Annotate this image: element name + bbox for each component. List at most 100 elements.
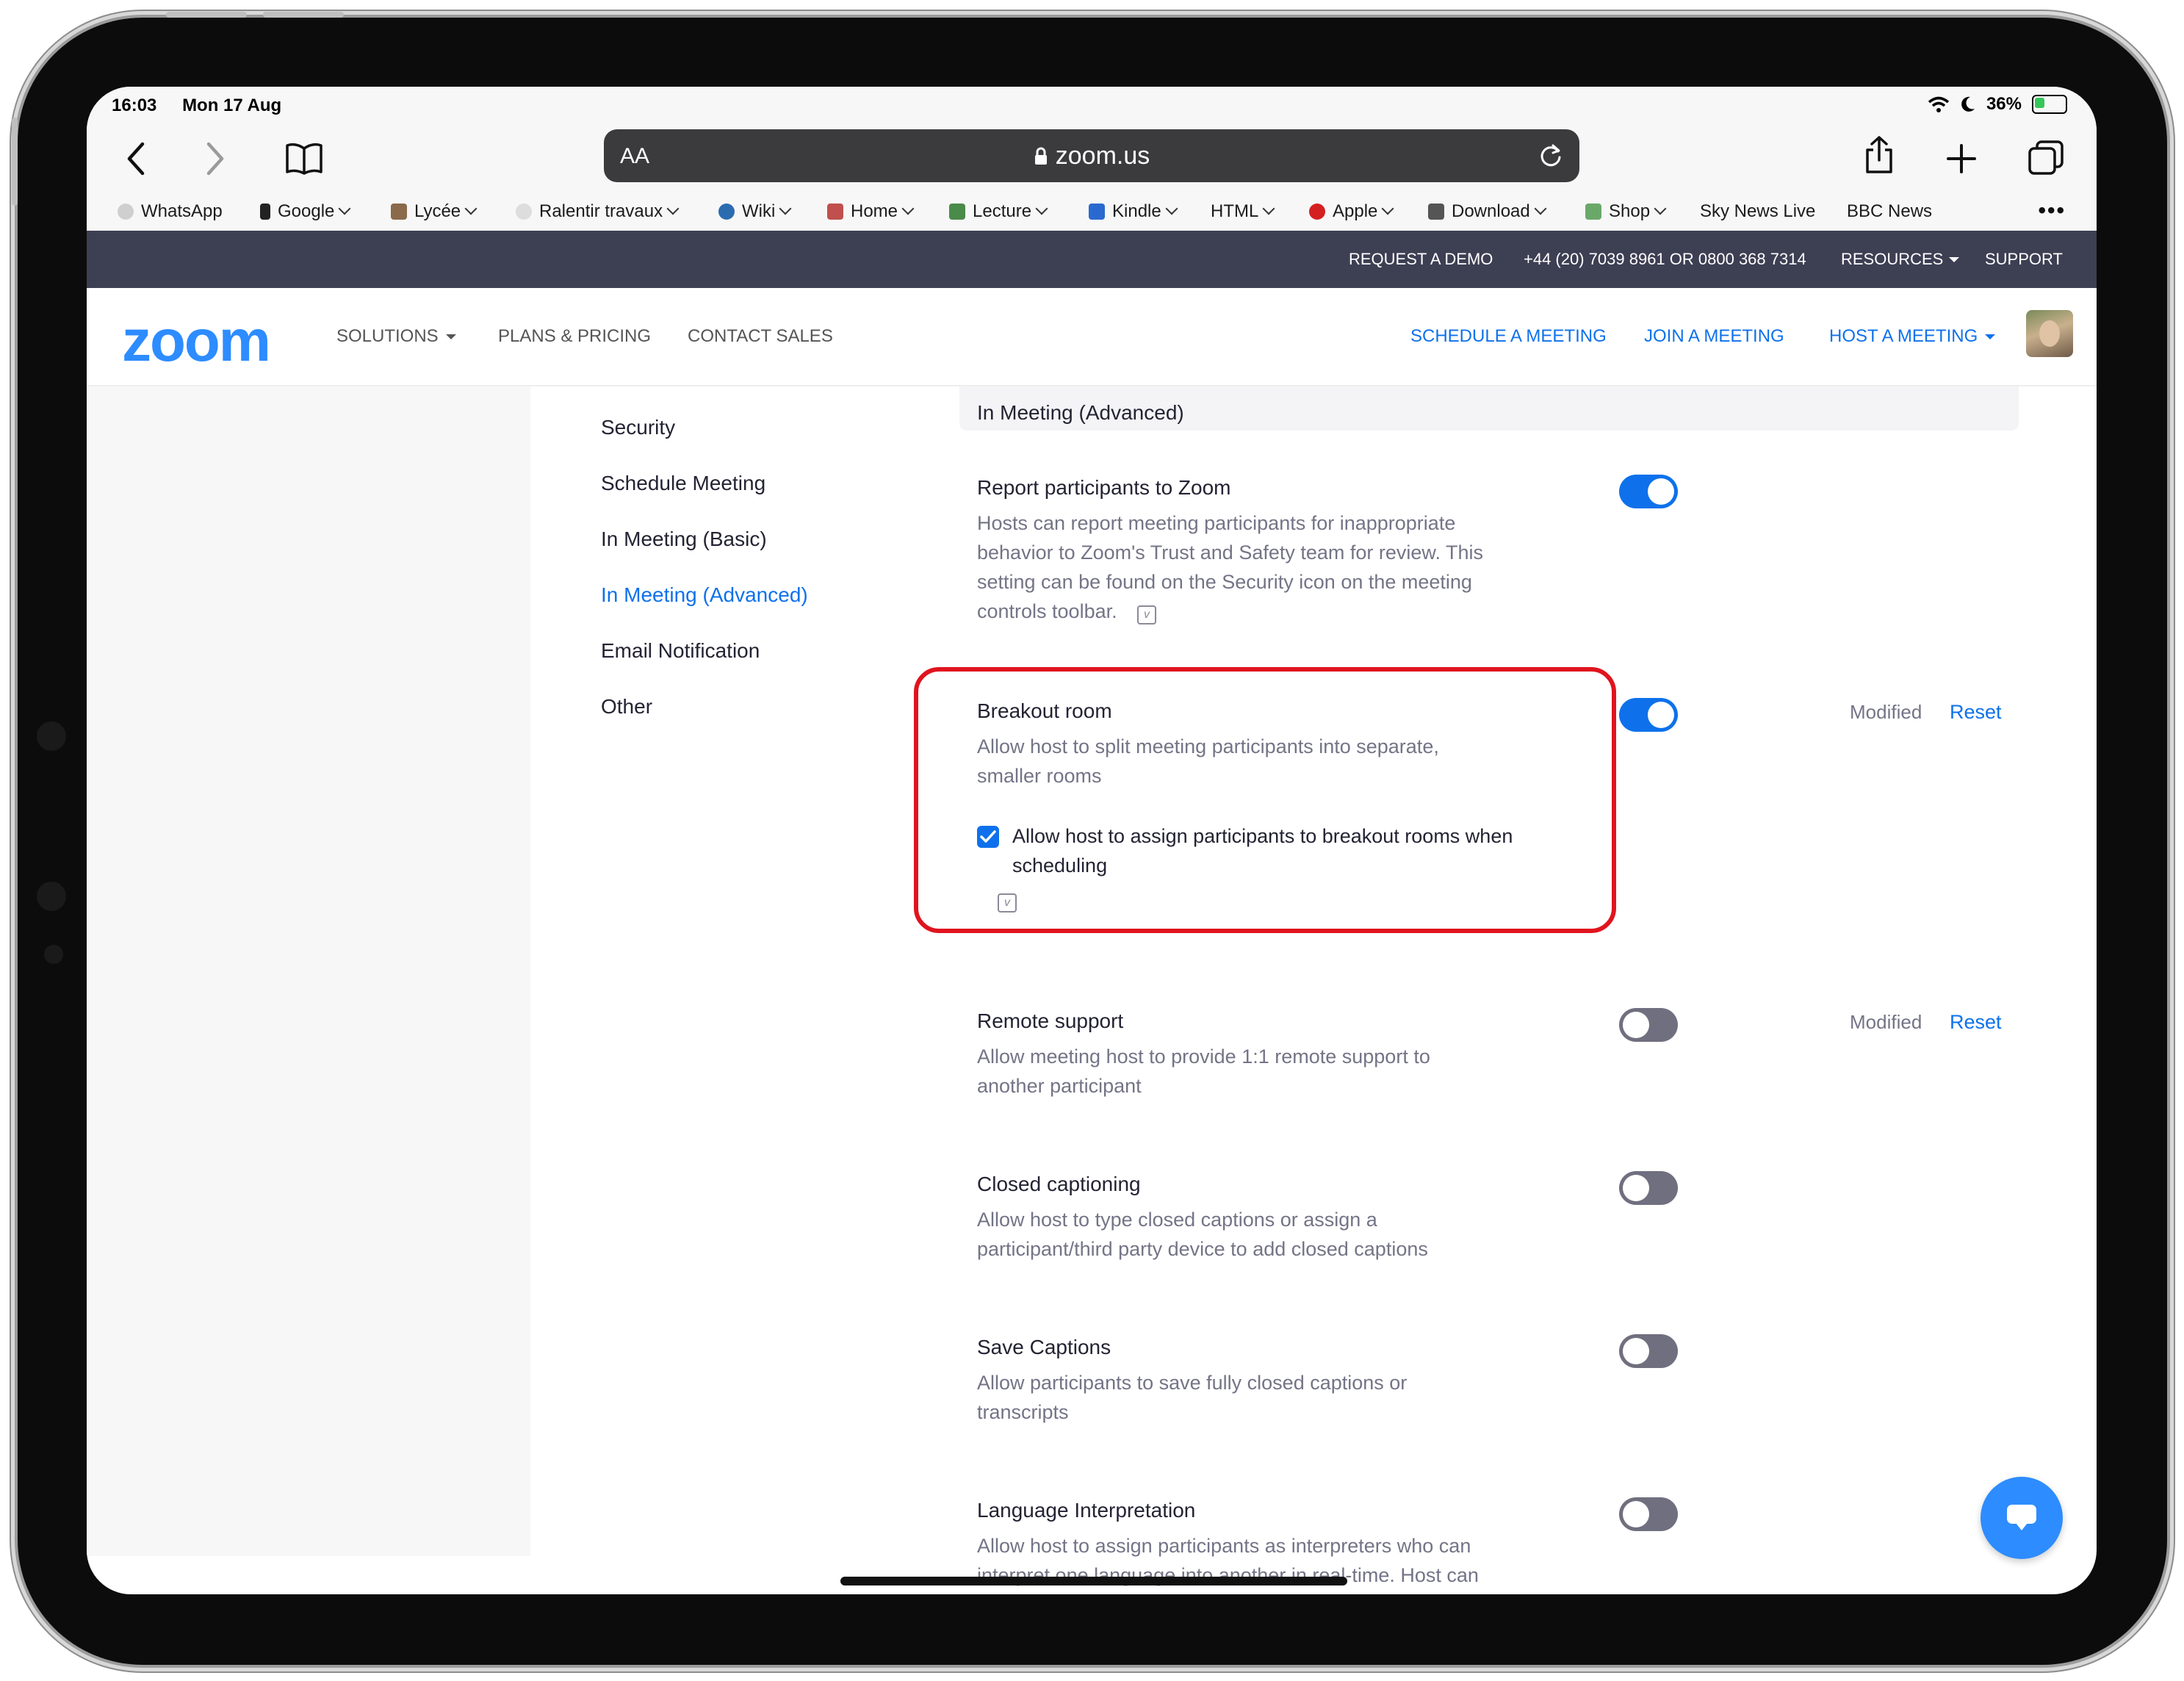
bookmark-sky-news-live[interactable]: Sky News Live [1700, 201, 1815, 222]
section-header: In Meeting (Advanced) [959, 386, 2019, 431]
lock-icon [1034, 147, 1047, 165]
chevron-down-icon [338, 202, 351, 215]
bookmark-label: Shop [1609, 201, 1651, 221]
toggle-save-captions[interactable] [1619, 1334, 1678, 1368]
bookmark-lycee[interactable]: Lycée [391, 201, 477, 222]
join-meeting-link[interactable]: JOIN A MEETING [1644, 326, 1784, 347]
bookmark-html[interactable]: HTML [1211, 201, 1275, 222]
books-icon [949, 204, 965, 220]
shop-icon [1585, 204, 1601, 220]
setting-title-remote: Remote support [977, 1009, 1124, 1032]
resources-label: RESOURCES [1841, 250, 1944, 268]
sidebar-item-email-notification[interactable]: Email Notification [601, 639, 760, 663]
bookmark-kindle[interactable]: Kindle [1089, 201, 1178, 222]
bookmark-whatsapp[interactable]: WhatsApp [118, 201, 223, 222]
toggle-closed-captioning[interactable] [1619, 1171, 1678, 1205]
toggle-report-participants[interactable] [1619, 475, 1678, 508]
caret-down-icon [445, 334, 456, 339]
modified-label-breakout: Modified [1850, 701, 1922, 723]
bookmark-label: Apple [1333, 201, 1378, 221]
home-indicator[interactable] [840, 1577, 1347, 1585]
book-icon [1089, 204, 1105, 220]
bookmark-download[interactable]: Download [1428, 201, 1547, 222]
bookmark-ralentir-travaux[interactable]: Ralentir travaux [516, 201, 680, 222]
solutions-menu[interactable]: SOLUTIONS [336, 326, 456, 347]
setting-title-report: Report participants to Zoom [977, 476, 1231, 499]
setting-desc-breakout: Allow host to split meeting participants… [977, 735, 1439, 787]
setting-desc-remote: Allow meeting host to provide 1:1 remote… [977, 1045, 1430, 1097]
host-meeting-menu[interactable]: HOST A MEETING [1829, 326, 1996, 347]
bookmark-home[interactable]: Home [827, 201, 915, 222]
battery-icon [2032, 95, 2067, 114]
address-bar[interactable]: AA zoom.us [604, 129, 1579, 182]
resources-menu[interactable]: RESOURCES [1841, 250, 1960, 269]
user-avatar[interactable] [2026, 310, 2073, 357]
bookmark-apple[interactable]: Apple [1309, 201, 1394, 222]
bookmark-label: Sky News Live [1700, 201, 1816, 221]
section-title: In Meeting (Advanced) [977, 401, 1184, 424]
sidebar-item-in-meeting-advanced[interactable]: In Meeting (Advanced) [601, 583, 808, 607]
zoom-main-nav: zoom SOLUTIONS PLANS & PRICING CONTACT S… [87, 288, 2097, 386]
setting-title-breakout: Breakout room [977, 699, 1112, 722]
device-sensor-2 [44, 945, 63, 964]
url-text[interactable]: zoom.us [604, 142, 1579, 170]
bookmark-label: Google [278, 201, 335, 221]
sidebar-item-security[interactable]: Security [601, 416, 675, 439]
bookmark-google[interactable]: Google [260, 201, 351, 222]
sidebar-item-in-meeting-basic[interactable]: In Meeting (Basic) [601, 528, 767, 551]
contact-sales-link[interactable]: CONTACT SALES [688, 326, 833, 347]
chat-bubble-icon [2007, 1505, 2036, 1530]
device-sensor [37, 721, 66, 751]
reset-link-breakout[interactable]: Reset [1950, 701, 2002, 724]
checkbox-label-assign-breakout: Allow host to assign participants to bre… [1012, 825, 1513, 877]
toggle-remote-support[interactable] [1619, 1008, 1678, 1042]
bookmarks-book-icon[interactable] [285, 143, 323, 175]
setting-title-save-captions: Save Captions [977, 1336, 1111, 1358]
more-bookmarks-icon[interactable]: ••• [2038, 198, 2066, 223]
wifi-icon [1928, 96, 1950, 112]
bookmark-shop[interactable]: Shop [1585, 201, 1667, 222]
setting-desc-report: Hosts can report meeting participants fo… [977, 512, 1483, 622]
bookmark-label: Download [1452, 201, 1530, 221]
bookmark-label: Lycée [414, 201, 461, 221]
house-icon [827, 204, 843, 220]
toggle-language-interpretation[interactable] [1619, 1497, 1678, 1531]
verified-info-icon[interactable]: v [998, 893, 1017, 913]
plans-pricing-link[interactable]: PLANS & PRICING [498, 326, 651, 347]
schedule-meeting-link[interactable]: SCHEDULE A MEETING [1410, 326, 1607, 347]
chevron-down-icon [1262, 202, 1275, 215]
zoom-logo[interactable]: zoom [122, 307, 271, 375]
checkbox-assign-breakout[interactable] [977, 826, 999, 848]
back-icon[interactable] [125, 141, 147, 176]
chevron-down-icon [901, 202, 915, 215]
share-icon[interactable] [1864, 135, 1894, 175]
toggle-knob [1623, 1338, 1649, 1364]
verified-info-icon[interactable]: v [1137, 605, 1156, 624]
bookmark-label: Lecture [973, 201, 1032, 221]
new-tab-plus-icon[interactable] [1947, 144, 1976, 173]
bookmark-label: Wiki [742, 201, 776, 221]
bookmark-wiki[interactable]: Wiki [718, 201, 792, 222]
toggle-breakout-room[interactable] [1619, 698, 1678, 732]
request-demo-link[interactable]: REQUEST A DEMO [1349, 250, 1493, 269]
support-link[interactable]: SUPPORT [1985, 250, 2063, 269]
phone-icon [260, 204, 270, 220]
bookmark-bbc-news[interactable]: BBC News [1847, 201, 1932, 222]
left-gutter [87, 386, 530, 1556]
caret-down-icon [1949, 257, 1960, 262]
volume-button-2 [263, 12, 344, 18]
bookmark-label: Ralentir travaux [539, 201, 663, 221]
chat-support-button[interactable] [1981, 1477, 2063, 1559]
reload-icon[interactable] [1538, 143, 1563, 168]
url-domain: zoom.us [1055, 142, 1150, 170]
sidebar-item-other[interactable]: Other [601, 695, 652, 719]
solutions-label: SOLUTIONS [336, 326, 439, 346]
forward-icon[interactable] [204, 141, 226, 176]
tabs-overview-icon[interactable] [2028, 140, 2064, 176]
bookmark-lecture[interactable]: Lecture [949, 201, 1048, 222]
sidebar-item-schedule-meeting[interactable]: Schedule Meeting [601, 472, 765, 495]
bookmarks-bar: WhatsApp Google Lycée Ralentir travaux W… [87, 191, 2097, 231]
reset-link-remote[interactable]: Reset [1950, 1011, 2002, 1034]
bookmark-label: WhatsApp [141, 201, 223, 221]
snowflake-icon [516, 204, 532, 220]
